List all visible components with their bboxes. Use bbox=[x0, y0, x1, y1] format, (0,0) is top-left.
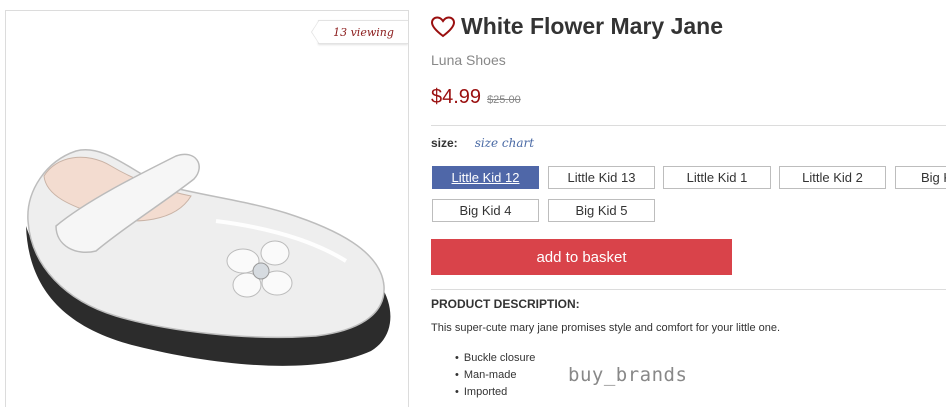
watermark-text: buy_brands bbox=[568, 364, 688, 386]
list-item: Buckle closure bbox=[455, 349, 536, 366]
product-title: White Flower Mary Jane bbox=[461, 13, 724, 39]
price-row: $4.99 $25.00 bbox=[431, 86, 521, 109]
size-option-little-kid-12[interactable]: Little Kid 12 bbox=[432, 166, 539, 189]
divider bbox=[431, 125, 946, 126]
add-to-basket-button[interactable]: add to basket bbox=[431, 239, 732, 275]
sale-price: $4.99 bbox=[431, 86, 482, 108]
viewing-count-tag: 13 viewing bbox=[311, 20, 408, 44]
size-option-little-kid-1[interactable]: Little Kid 1 bbox=[663, 166, 771, 189]
original-price: $25.00 bbox=[487, 94, 521, 106]
list-item: Imported bbox=[455, 383, 535, 400]
size-option-big-kid-4[interactable]: Big Kid 4 bbox=[432, 199, 539, 222]
size-option-big-kid-3[interactable]: Big Kid 3 bbox=[895, 166, 946, 189]
description-heading: PRODUCT DESCRIPTION: bbox=[431, 297, 580, 311]
product-title-row: White Flower Mary Jane bbox=[431, 13, 723, 40]
list-item: Man-made bbox=[455, 366, 535, 383]
description-text: This super-cute mary jane promises style… bbox=[431, 322, 781, 334]
heart-outline-icon[interactable] bbox=[431, 15, 455, 38]
product-shoe-image[interactable] bbox=[16, 131, 396, 381]
size-option-big-kid-5[interactable]: Big Kid 5 bbox=[548, 199, 655, 222]
size-chart-link[interactable]: size chart bbox=[475, 136, 534, 150]
size-option-little-kid-2[interactable]: Little Kid 2 bbox=[779, 166, 886, 189]
size-option-little-kid-13[interactable]: Little Kid 13 bbox=[548, 166, 655, 189]
divider bbox=[431, 289, 946, 290]
feature-list: Buckle closure Man-made Imported bbox=[455, 349, 536, 400]
product-image-panel: 13 viewing bbox=[5, 10, 409, 407]
size-row: size: size chart bbox=[431, 136, 534, 150]
size-label: size: bbox=[431, 136, 458, 150]
product-brand[interactable]: Luna Shoes bbox=[431, 52, 506, 68]
